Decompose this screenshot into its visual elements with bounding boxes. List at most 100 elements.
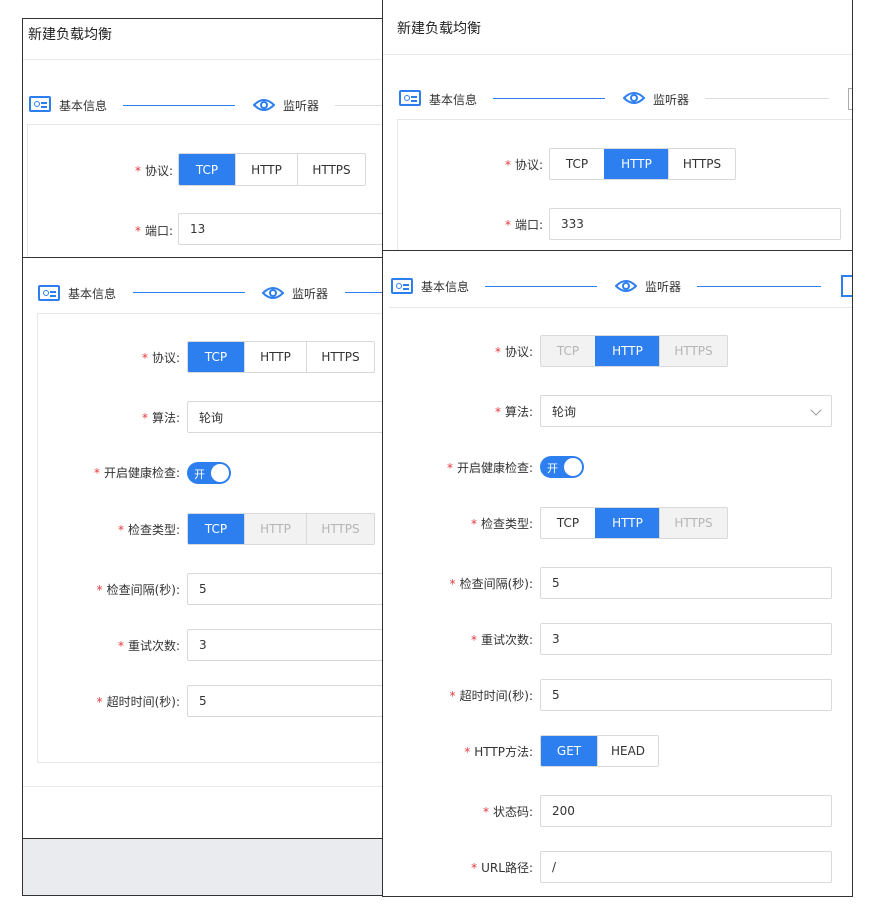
status-code-label-text: 状态码 [492,805,529,819]
protocol-option-https[interactable]: HTTPS [668,149,735,179]
toggle-knob [211,464,229,482]
form-box [27,124,401,277]
protocol-label: * 协议: [141,351,180,365]
timeout-input[interactable]: 5 [187,685,401,717]
algorithm-label-text: 算法 [151,411,176,425]
interval-input[interactable]: 5 [540,567,832,599]
protocol-option-http[interactable]: HTTP [604,149,668,179]
timeout-input[interactable]: 5 [540,679,832,711]
retry-input[interactable]: 3 [187,629,401,661]
check-type-option-http: HTTP [244,514,306,544]
protocol-selector: TCP HTTP HTTPS [540,335,728,367]
check-type-label-text: 检查类型 [127,523,176,537]
id-card-icon [29,96,51,112]
health-check-label-text: 开启健康检查 [456,461,529,475]
protocol-option-https: HTTPS [659,336,727,366]
protocol-option-https[interactable]: HTTPS [306,342,374,372]
form-box [397,119,852,261]
port-label-text: 端口 [514,218,539,232]
check-type-option-https: HTTPS [306,514,374,544]
http-method-label-text: HTTP方法 [474,745,529,759]
url-path-input[interactable]: / [540,851,832,883]
retry-label-text: 重试次数 [480,633,529,647]
status-code-label: * 状态码: [482,805,533,819]
check-type-option-tcp[interactable]: TCP [188,514,244,544]
interval-input[interactable]: 5 [187,573,401,605]
check-type-option-https: HTTPS [659,508,727,538]
http-method-option-head[interactable]: HEAD [597,736,658,766]
steps-divider [389,307,852,308]
toggle-text: 开 [547,462,558,475]
check-type-option-tcp[interactable]: TCP [541,508,595,538]
check-type-label-text: 检查类型 [480,517,529,531]
algorithm-value: 轮询 [552,404,577,419]
health-check-label-text: 开启健康检查 [103,466,176,480]
step-connector [345,292,385,293]
timeout-label: * 超时时间(秒): [449,689,533,703]
dialog-panel-b: 新建负载均衡 基本信息 监听器 * 协议: TCP HTTP HTTPS * 端口:… [382,0,853,262]
retry-label-text: 重试次数 [127,639,176,653]
step-listener[interactable]: 监听器 [653,91,689,108]
algorithm-label-text: 算法 [504,405,529,419]
protocol-selector: TCP HTTP HTTPS [178,153,366,186]
eye-icon [253,99,275,111]
protocol-option-http[interactable]: HTTP [244,342,306,372]
protocol-option-tcp[interactable]: TCP [179,154,235,185]
step-connector [123,105,235,106]
step-connector [697,286,821,287]
step-connector [335,105,385,106]
http-method-selector: GET HEAD [540,735,659,767]
check-type-label: * 检查类型: [470,517,533,531]
url-path-label: * URL路径: [471,861,533,875]
step-basic-info[interactable]: 基本信息 [59,97,107,114]
protocol-selector: TCP HTTP HTTPS [549,148,736,180]
protocol-label-text: 协议 [504,345,529,359]
algorithm-select[interactable]: 轮询 [540,395,832,427]
step-connector [705,98,829,99]
retry-label: * 重试次数: [117,639,180,653]
health-check-label: * 开启健康检查: [446,461,533,475]
algorithm-select[interactable]: 轮询 [187,401,401,433]
eye-icon [615,280,637,292]
step-connector [485,286,597,287]
toggle-knob [564,458,582,476]
http-method-option-get[interactable]: GET [541,736,597,766]
protocol-option-https[interactable]: HTTPS [297,154,365,185]
protocol-option-http[interactable]: HTTP [595,336,659,366]
title-divider [23,59,401,60]
status-code-input[interactable]: 200 [540,795,832,827]
dialog-title: 新建负载均衡 [397,21,481,37]
interval-label: * 检查间隔(秒): [96,583,180,597]
check-type-selector: TCP HTTP HTTPS [540,507,728,539]
step-basic-info[interactable]: 基本信息 [421,278,469,295]
protocol-label: * 协议: [504,158,543,172]
health-check-toggle[interactable]: 开 [540,456,584,478]
step-listener[interactable]: 监听器 [283,97,319,114]
title-divider [383,54,852,55]
protocol-label-text: 协议 [151,351,176,365]
dialog-panel-a: 新建负载均衡 基本信息 监听器 * 协议: TCP HTTP HTTPS * 端口:… [22,18,402,278]
step-listener[interactable]: 监听器 [645,278,681,295]
protocol-option-tcp[interactable]: TCP [550,149,604,179]
step-connector [133,292,245,293]
algorithm-label: * 算法: [494,405,533,419]
protocol-selector: TCP HTTP HTTPS [187,341,375,373]
health-check-toggle[interactable]: 开 [187,462,231,484]
step-listener[interactable]: 监听器 [292,285,328,302]
protocol-label: * 协议: [134,164,173,178]
protocol-option-http[interactable]: HTTP [235,154,297,185]
check-type-selector: TCP HTTP HTTPS [187,513,375,545]
protocol-label: * 协议: [494,345,533,359]
port-input[interactable]: 333 [549,208,841,240]
id-card-icon [38,285,60,301]
retry-input[interactable]: 3 [540,623,832,655]
step-basic-info[interactable]: 基本信息 [68,285,116,302]
footer-divider [23,786,401,787]
interval-label: * 检查间隔(秒): [449,577,533,591]
port-input[interactable]: 13 [178,213,401,245]
protocol-option-tcp[interactable]: TCP [188,342,244,372]
port-label: * 端口: [134,224,173,238]
step-basic-info[interactable]: 基本信息 [429,91,477,108]
check-type-option-http[interactable]: HTTP [595,508,659,538]
interval-label-text: 检查间隔(秒) [459,577,529,591]
